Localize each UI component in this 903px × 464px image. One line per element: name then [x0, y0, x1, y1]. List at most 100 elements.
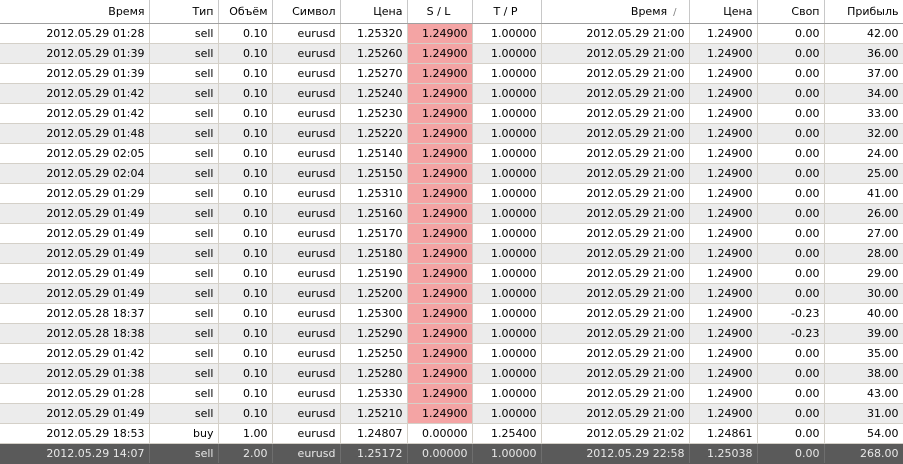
cell-open-price: 1.25270 — [340, 63, 408, 84]
col-profit-header[interactable]: Прибыль — [824, 0, 903, 24]
table-row[interactable]: 2012.05.29 01:42 sell 0.10 eurusd 1.25240 1.2… — [0, 83, 903, 104]
cell-volume: 1.00 — [218, 423, 273, 444]
cell-close-price: 1.24900 — [689, 363, 758, 384]
cell-symbol: eurusd — [272, 303, 341, 324]
col-open-price-header[interactable]: Цена — [340, 0, 408, 24]
col-close-time-header[interactable]: Время / — [541, 0, 690, 24]
cell-type: sell — [149, 163, 219, 184]
cell-volume: 0.10 — [218, 343, 273, 364]
col-type-header[interactable]: Тип — [149, 0, 219, 24]
table-row[interactable]: 2012.05.29 01:29 sell 0.10 eurusd 1.25310 1.2… — [0, 183, 903, 204]
table-row[interactable]: 2012.05.29 02:05 sell 0.10 eurusd 1.25140 1.2… — [0, 143, 903, 164]
cell-close-time: 2012.05.29 21:00 — [541, 163, 690, 184]
cell-sl: 1.24900 — [407, 323, 473, 344]
table-row[interactable]: 2012.05.28 18:38 sell 0.10 eurusd 1.25290 1.2… — [0, 323, 903, 344]
cell-close-price: 1.24900 — [689, 83, 758, 104]
cell-type: buy — [149, 423, 219, 444]
cell-open-price: 1.25200 — [340, 283, 408, 304]
table-row[interactable]: 2012.05.29 01:49 sell 0.10 eurusd 1.25160 1.2… — [0, 203, 903, 224]
col-close-price-header[interactable]: Цена — [689, 0, 758, 24]
cell-volume: 0.10 — [218, 23, 273, 44]
cell-swap: 0.00 — [757, 423, 825, 444]
cell-volume: 0.10 — [218, 303, 273, 324]
cell-profit: 42.00 — [824, 23, 903, 44]
cell-sl: 1.24900 — [407, 143, 473, 164]
summary-cell-tp: 1.00000 — [472, 443, 542, 464]
cell-close-time: 2012.05.29 21:00 — [541, 303, 690, 324]
cell-swap: -0.23 — [757, 303, 825, 324]
cell-swap: 0.00 — [757, 183, 825, 204]
cell-profit: 24.00 — [824, 143, 903, 164]
cell-type: sell — [149, 363, 219, 384]
col-volume-header[interactable]: Объём — [218, 0, 273, 24]
cell-profit: 26.00 — [824, 203, 903, 224]
cell-tp: 1.00000 — [472, 163, 542, 184]
col-sl-header[interactable]: S / L — [407, 0, 473, 24]
cell-close-price: 1.24900 — [689, 43, 758, 64]
table-row[interactable]: 2012.05.29 01:42 sell 0.10 eurusd 1.25250 1.2… — [0, 343, 903, 364]
cell-open-price: 1.25170 — [340, 223, 408, 244]
col-tp-header[interactable]: T / P — [472, 0, 542, 24]
col-swap-header[interactable]: Своп — [757, 0, 825, 24]
cell-profit: 28.00 — [824, 243, 903, 264]
cell-close-time: 2012.05.29 21:00 — [541, 103, 690, 124]
cell-swap: -0.23 — [757, 323, 825, 344]
cell-symbol: eurusd — [272, 423, 341, 444]
sort-indicator-icon: / — [673, 6, 677, 18]
table-row[interactable]: 2012.05.29 01:48 sell 0.10 eurusd 1.25220 1.2… — [0, 123, 903, 144]
cell-volume: 0.10 — [218, 143, 273, 164]
cell-tp: 1.00000 — [472, 303, 542, 324]
cell-tp: 1.00000 — [472, 203, 542, 224]
cell-type: sell — [149, 83, 219, 104]
table-row[interactable]: 2012.05.29 01:28 sell 0.10 eurusd 1.25320 1.2… — [0, 23, 903, 44]
table-row[interactable]: 2012.05.29 01:42 sell 0.10 eurusd 1.25230 1.2… — [0, 103, 903, 124]
cell-profit: 27.00 — [824, 223, 903, 244]
cell-sl: 1.24900 — [407, 83, 473, 104]
table-row[interactable]: 2012.05.29 01:49 sell 0.10 eurusd 1.25210 1.2… — [0, 403, 903, 424]
cell-open-time: 2012.05.29 02:05 — [0, 143, 150, 164]
cell-close-price: 1.24900 — [689, 23, 758, 44]
cell-tp: 1.00000 — [472, 23, 542, 44]
table-row[interactable]: 2012.05.29 01:49 sell 0.10 eurusd 1.25170 1.2… — [0, 223, 903, 244]
cell-profit: 31.00 — [824, 403, 903, 424]
table-row[interactable]: 2012.05.29 01:28 sell 0.10 eurusd 1.25330 1.2… — [0, 383, 903, 404]
cell-close-time: 2012.05.29 21:00 — [541, 223, 690, 244]
col-open-time-header[interactable]: Время — [0, 0, 150, 24]
cell-type: sell — [149, 43, 219, 64]
cell-open-time: 2012.05.29 01:28 — [0, 23, 150, 44]
cell-sl: 1.24900 — [407, 303, 473, 324]
cell-open-price: 1.25190 — [340, 263, 408, 284]
summary-cell-profit: 268.00 — [824, 443, 903, 464]
cell-volume: 0.10 — [218, 283, 273, 304]
cell-profit: 37.00 — [824, 63, 903, 84]
table-row[interactable]: 2012.05.29 01:39 sell 0.10 eurusd 1.25270 1.2… — [0, 63, 903, 84]
cell-symbol: eurusd — [272, 263, 341, 284]
cell-swap: 0.00 — [757, 83, 825, 104]
cell-swap: 0.00 — [757, 163, 825, 184]
trade-history-table: Время Тип Объём Символ Цена S / L T / P … — [0, 0, 903, 464]
table-row[interactable]: 2012.05.28 18:37 sell 0.10 eurusd 1.25300 1.2… — [0, 303, 903, 324]
col-symbol-header[interactable]: Символ — [272, 0, 341, 24]
table-row[interactable]: 2012.05.29 01:49 sell 0.10 eurusd 1.25200 1.2… — [0, 283, 903, 304]
table-row[interactable]: 2012.05.29 01:38 sell 0.10 eurusd 1.25280 1.2… — [0, 363, 903, 384]
summary-row[interactable]: 2012.05.29 14:07 sell 2.00 eurusd 1.25172 0.0… — [0, 443, 903, 464]
cell-sl: 1.24900 — [407, 103, 473, 124]
cell-volume: 0.10 — [218, 243, 273, 264]
cell-profit: 29.00 — [824, 263, 903, 284]
cell-close-time: 2012.05.29 21:00 — [541, 343, 690, 364]
summary-cell-open-price: 1.25172 — [340, 443, 408, 464]
table-row[interactable]: 2012.05.29 01:39 sell 0.10 eurusd 1.25260 1.2… — [0, 43, 903, 64]
cell-volume: 0.10 — [218, 323, 273, 344]
table-row[interactable]: 2012.05.29 01:49 sell 0.10 eurusd 1.25190 1.2… — [0, 263, 903, 284]
table-row[interactable]: 2012.05.29 18:53 buy 1.00 eurusd 1.24807 0.00… — [0, 423, 903, 444]
cell-sl: 1.24900 — [407, 123, 473, 144]
table-row[interactable]: 2012.05.29 02:04 sell 0.10 eurusd 1.25150 1.2… — [0, 163, 903, 184]
cell-type: sell — [149, 123, 219, 144]
table-row[interactable]: 2012.05.29 01:49 sell 0.10 eurusd 1.25180 1.2… — [0, 243, 903, 264]
cell-sl: 1.24900 — [407, 163, 473, 184]
cell-close-price: 1.24900 — [689, 143, 758, 164]
cell-symbol: eurusd — [272, 103, 341, 124]
cell-close-time: 2012.05.29 21:00 — [541, 403, 690, 424]
cell-tp: 1.00000 — [472, 103, 542, 124]
cell-open-time: 2012.05.29 18:53 — [0, 423, 150, 444]
